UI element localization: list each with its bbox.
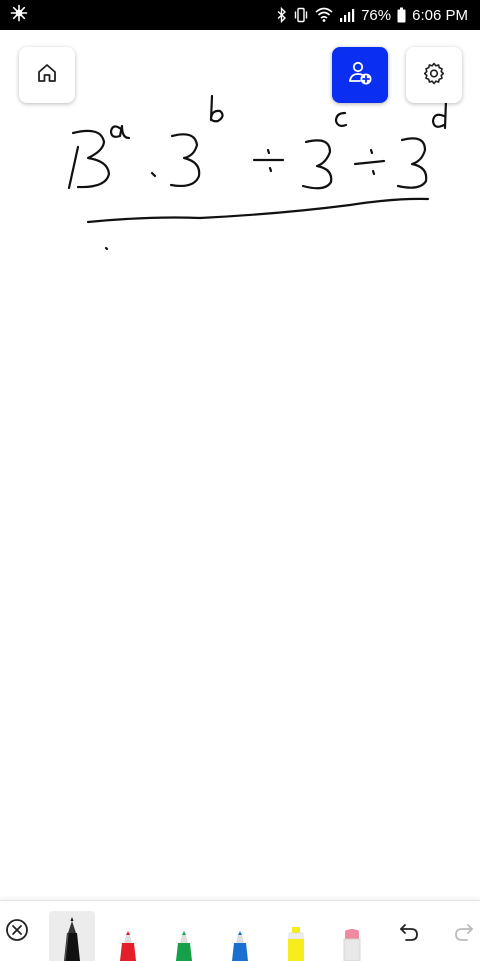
pen-yellow-highlighter[interactable] xyxy=(273,911,319,961)
black-marker-icon xyxy=(64,917,80,961)
add-user-button[interactable] xyxy=(332,47,388,103)
home-button[interactable] xyxy=(19,47,75,103)
eraser-tool[interactable] xyxy=(329,911,375,961)
handwriting xyxy=(67,94,448,251)
whiteboard-canvas[interactable] xyxy=(0,30,480,900)
pen-black-marker[interactable] xyxy=(49,911,95,961)
home-icon xyxy=(35,61,59,90)
battery-icon xyxy=(397,7,406,23)
eraser-icon xyxy=(343,929,361,961)
pen-green-marker[interactable] xyxy=(161,911,207,961)
app-notification-icon xyxy=(10,4,28,26)
red-marker-icon xyxy=(120,931,136,961)
bluetooth-icon xyxy=(277,7,287,23)
close-circle-icon xyxy=(5,918,29,947)
wifi-icon xyxy=(315,7,333,23)
clock: 6:06 PM xyxy=(412,6,468,24)
settings-button[interactable] xyxy=(406,47,462,103)
close-button[interactable] xyxy=(4,918,30,947)
undo-button[interactable] xyxy=(396,921,422,947)
undo-icon xyxy=(398,921,420,948)
signal-icon xyxy=(339,7,355,23)
redo-icon xyxy=(453,921,475,948)
pen-blue-marker[interactable] xyxy=(217,911,263,961)
gear-icon xyxy=(422,61,446,90)
drawing-toolbar xyxy=(0,900,480,961)
redo-button[interactable] xyxy=(451,921,477,947)
vibrate-icon xyxy=(293,7,309,23)
yellow-highlighter-icon xyxy=(288,927,304,961)
blue-marker-icon xyxy=(232,931,248,961)
status-bar: 76% 6:06 PM xyxy=(0,0,480,30)
add-user-icon xyxy=(346,59,374,92)
green-marker-icon xyxy=(176,931,192,961)
pen-red-marker[interactable] xyxy=(105,911,151,961)
battery-percent: 76% xyxy=(361,6,392,24)
